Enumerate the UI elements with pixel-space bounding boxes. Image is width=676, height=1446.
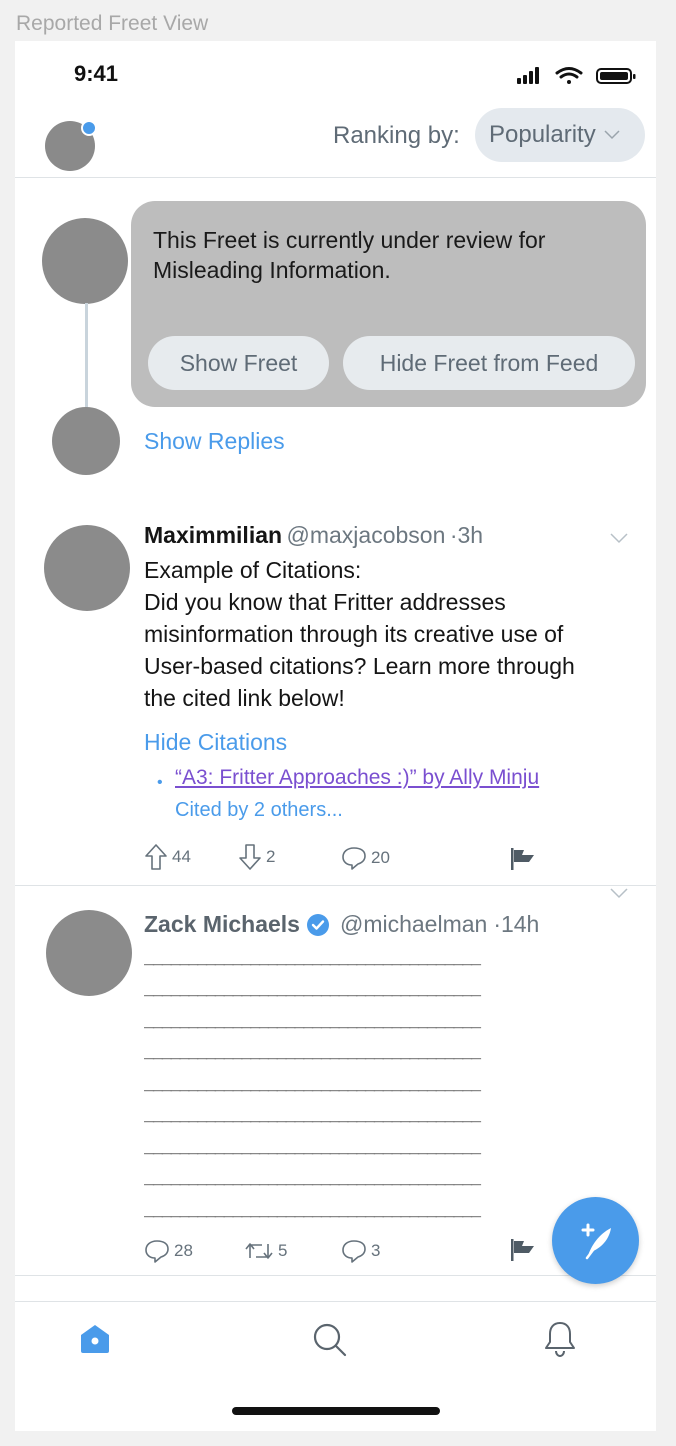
status-icons	[517, 66, 637, 86]
freet-body: Example of Citations: Did you know that …	[144, 554, 634, 714]
verified-badge-icon	[306, 913, 329, 936]
freet-line: ______________________________________	[144, 1166, 481, 1186]
freet-time: ·14h	[493, 911, 540, 937]
speech-bubble-icon	[342, 847, 366, 870]
tab-bar-divider	[15, 1301, 656, 1302]
freet-divider	[15, 1275, 656, 1276]
cited-by-link[interactable]: Cited by 2 others...	[175, 799, 343, 822]
author-name[interactable]: Maximmilian	[144, 522, 282, 548]
chevron-down-icon	[604, 130, 620, 140]
phone-screen: 9:41 Ranking by: Popularity This Freet i…	[15, 41, 656, 1431]
freet-line: Did you know that Fritter addresses	[144, 589, 506, 615]
refreet-count: 5	[278, 1241, 288, 1260]
freet-line: ______________________________________	[144, 977, 481, 997]
freet-line: ______________________________________	[144, 1040, 481, 1060]
freet-line: the cited link below!	[144, 685, 345, 711]
retweet-icon	[245, 1243, 273, 1259]
thread-line	[85, 303, 88, 413]
home-icon[interactable]	[77, 1321, 113, 1357]
freet-line: ______________________________________	[144, 946, 481, 966]
frame-label: Reported Freet View	[16, 12, 209, 35]
quill-plus-icon	[581, 1223, 611, 1259]
freet-header: Maximmilian @maxjacobson ·3h	[144, 522, 483, 549]
freet-line: ______________________________________	[144, 1009, 481, 1029]
arrow-up-icon	[145, 844, 167, 870]
chevron-down-icon[interactable]	[609, 532, 629, 544]
freet-author-avatar[interactable]	[46, 910, 132, 996]
comment-count: 3	[371, 1241, 381, 1260]
comment-button[interactable]: 3	[341, 1239, 380, 1263]
flag-icon[interactable]	[509, 846, 537, 872]
notification-dot	[81, 120, 97, 136]
ranking-value: Popularity	[489, 121, 596, 148]
downvote-count: 2	[266, 847, 276, 866]
reply-button[interactable]: 28	[144, 1239, 193, 1263]
downvote-button[interactable]: 2	[238, 843, 275, 871]
freet-line: ______________________________________	[144, 1198, 481, 1218]
wifi-icon	[555, 67, 583, 84]
freet-line: User-based citations? Learn more through	[144, 653, 575, 679]
refreet-button[interactable]: 5	[244, 1240, 287, 1262]
reply-count: 28	[174, 1241, 193, 1260]
freet-line: misinformation through its creative use …	[144, 621, 564, 647]
cellular-signal-icon	[517, 67, 539, 84]
speech-bubble-icon	[145, 1240, 169, 1263]
freet-author-avatar[interactable]	[44, 525, 130, 611]
author-handle[interactable]: @michaelman	[340, 911, 487, 938]
arrow-down-icon	[239, 844, 261, 870]
upvote-count: 44	[172, 847, 191, 866]
search-icon[interactable]	[312, 1322, 348, 1358]
freet-time: ·3h	[449, 522, 484, 548]
reported-freet-avatar[interactable]	[42, 218, 128, 304]
freet-line: ______________________________________	[144, 1072, 481, 1092]
ranking-label: Ranking by:	[333, 122, 460, 149]
author-handle[interactable]: @maxjacobson	[287, 522, 446, 548]
bell-icon[interactable]	[542, 1320, 578, 1358]
home-indicator[interactable]	[232, 1407, 440, 1415]
freet-header: Zack Michaels @michaelman ·14h	[144, 911, 539, 938]
citation-link[interactable]: “A3: Fritter Approaches :)” by Ally Minj…	[175, 766, 539, 790]
hide-citations-link[interactable]: Hide Citations	[144, 729, 287, 756]
reply-button[interactable]: 20	[341, 846, 390, 870]
show-replies-link[interactable]: Show Replies	[144, 428, 285, 455]
author-name[interactable]: Zack Michaels	[144, 911, 300, 938]
ranking-dropdown[interactable]: Popularity	[475, 108, 645, 162]
show-freet-button[interactable]: Show Freet	[148, 336, 329, 390]
freet-divider	[15, 885, 656, 886]
status-time: 9:41	[74, 61, 119, 86]
flag-icon[interactable]	[509, 1237, 537, 1263]
reply-avatar[interactable]	[52, 407, 120, 475]
battery-icon	[596, 68, 636, 84]
hide-freet-button[interactable]: Hide Freet from Feed	[343, 336, 635, 390]
review-notice-card: This Freet is currently under review for…	[131, 201, 646, 407]
reply-count: 20	[371, 848, 390, 867]
speech-bubble-icon	[342, 1240, 366, 1263]
upvote-button[interactable]: 44	[144, 843, 191, 871]
header-divider	[15, 177, 656, 178]
citation-bullet: •	[157, 774, 163, 791]
review-notice-text: This Freet is currently under review for…	[153, 227, 546, 283]
freet-line: ______________________________________	[144, 1103, 481, 1123]
compose-button[interactable]	[552, 1197, 639, 1284]
freet-line: ______________________________________	[144, 1135, 481, 1155]
chevron-down-icon[interactable]	[609, 887, 629, 899]
freet-line: Example of Citations:	[144, 557, 362, 583]
